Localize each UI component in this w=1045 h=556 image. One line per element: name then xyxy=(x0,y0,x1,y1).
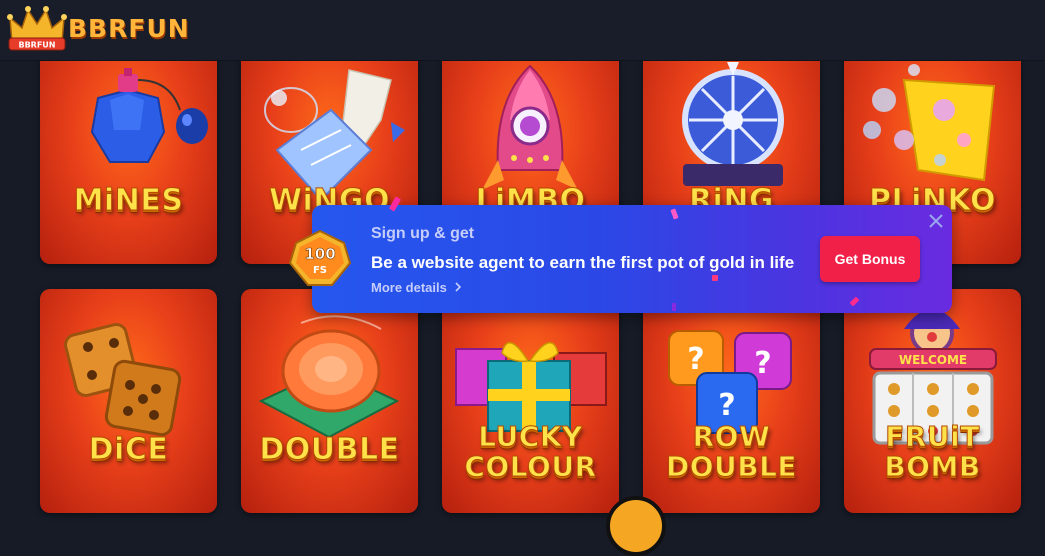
game-title-line-2: DOUBLE xyxy=(665,450,798,483)
free-spins-badge-icon: 100 FS xyxy=(288,229,352,286)
welcome-sign: WELCOME xyxy=(899,353,967,367)
confetti-piece xyxy=(849,296,860,307)
game-tile-dice[interactable]: DiCE xyxy=(40,289,217,513)
badge-value: 100 xyxy=(304,245,335,263)
popup-title: Sign up & get xyxy=(371,225,475,242)
chevron-right-icon xyxy=(455,282,462,292)
confetti-piece xyxy=(712,275,718,281)
bomb-bottle-icon xyxy=(90,68,208,163)
game-tile-row-double[interactable]: ? ? ? ROW DOUBLE xyxy=(643,289,820,513)
brand-logo[interactable]: BBRFUN BBRFUN xyxy=(6,4,196,54)
crown-icon: BBRFUN xyxy=(7,6,67,51)
game-tile-fruit-bomb[interactable]: WELCOME FRUiT BOMB xyxy=(844,289,1021,513)
confetti-piece xyxy=(670,208,679,220)
game-title-line-1: FRUiT xyxy=(885,420,980,453)
dice-icon xyxy=(64,323,182,437)
game-title-line-1: LUCKY xyxy=(478,420,583,453)
game-title: DOUBLE xyxy=(259,432,400,467)
game-title-line-1: ROW xyxy=(692,420,771,453)
get-bonus-button[interactable]: Get Bonus xyxy=(820,236,920,282)
game-title: MiNES xyxy=(73,183,184,218)
bottom-nav-center-button[interactable] xyxy=(606,496,666,556)
badge-unit: FS xyxy=(313,265,327,276)
signup-bonus-popup: 100 FS Sign up & get Be a website agent … xyxy=(288,196,952,313)
game-title-line-2: COLOUR xyxy=(464,450,597,483)
game-title: DiCE xyxy=(88,432,169,467)
popup-message: Be a website agent to earn the first pot… xyxy=(371,253,795,272)
more-details-label: More details xyxy=(371,280,447,295)
svg-text:?: ? xyxy=(754,346,771,381)
top-bar: BBRFUN BBRFUN xyxy=(0,0,1045,61)
disc-icon xyxy=(258,315,400,439)
brand-name: BBRFUN xyxy=(68,14,190,43)
game-title-line-2: BOMB xyxy=(884,450,981,483)
game-tile-double[interactable]: DOUBLE xyxy=(241,289,418,513)
svg-text:BBRFUN: BBRFUN xyxy=(18,41,55,50)
confetti-piece xyxy=(672,303,676,311)
close-icon[interactable] xyxy=(926,211,946,231)
svg-text:?: ? xyxy=(687,342,704,377)
svg-text:?: ? xyxy=(718,388,735,423)
game-tile-lucky-colour[interactable]: LUCKY COLOUR xyxy=(442,289,619,513)
game-tile-mines[interactable]: MiNES xyxy=(40,40,217,264)
more-details-link[interactable]: More details xyxy=(371,280,462,295)
